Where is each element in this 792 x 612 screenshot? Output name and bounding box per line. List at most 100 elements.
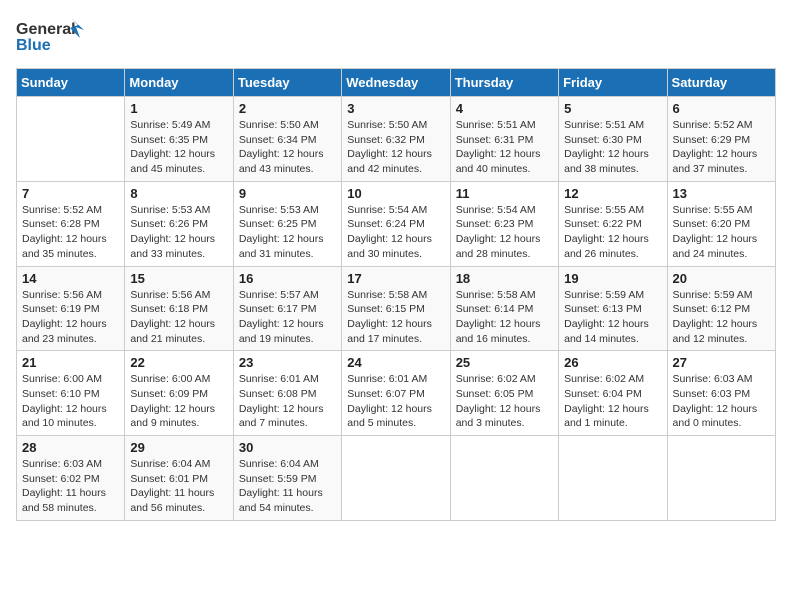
page-header: GeneralBlue	[16, 16, 776, 56]
col-header-wednesday: Wednesday	[342, 69, 450, 97]
day-info: Sunrise: 5:51 AMSunset: 6:30 PMDaylight:…	[564, 118, 661, 177]
calendar-cell: 17 Sunrise: 5:58 AMSunset: 6:15 PMDayligh…	[342, 266, 450, 351]
day-info: Sunrise: 6:03 AMSunset: 6:03 PMDaylight:…	[673, 372, 770, 431]
day-number: 1	[130, 101, 227, 116]
day-number: 3	[347, 101, 444, 116]
calendar-cell: 22 Sunrise: 6:00 AMSunset: 6:09 PMDayligh…	[125, 351, 233, 436]
day-info: Sunrise: 5:53 AMSunset: 6:26 PMDaylight:…	[130, 203, 227, 262]
day-number: 23	[239, 355, 336, 370]
day-info: Sunrise: 5:56 AMSunset: 6:18 PMDaylight:…	[130, 288, 227, 347]
calendar-cell: 2Sunrise: 5:50 AMSunset: 6:34 PMDaylight…	[233, 97, 341, 182]
day-info: Sunrise: 5:52 AMSunset: 6:29 PMDaylight:…	[673, 118, 770, 177]
day-info: Sunrise: 6:04 AMSunset: 6:01 PMDaylight:…	[130, 457, 227, 516]
day-number: 7	[22, 186, 119, 201]
calendar-cell: 24 Sunrise: 6:01 AMSunset: 6:07 PMDayligh…	[342, 351, 450, 436]
calendar-cell: 3 Sunrise: 5:50 AMSunset: 6:32 PMDaylight…	[342, 97, 450, 182]
day-number: 22	[130, 355, 227, 370]
svg-text:General: General	[16, 21, 76, 38]
day-info: Sunrise: 6:00 AMSunset: 6:09 PMDaylight:…	[130, 372, 227, 431]
day-number: 28	[22, 440, 119, 455]
day-info: Sunrise: 5:54 AMSunset: 6:23 PMDaylight:…	[456, 203, 553, 262]
calendar-cell: 18Sunrise: 5:58 AMSunset: 6:14 PMDayligh…	[450, 266, 558, 351]
day-info: Sunrise: 6:02 AMSunset: 6:05 PMDaylight:…	[456, 372, 553, 431]
day-number: 13	[673, 186, 770, 201]
svg-text:Blue: Blue	[16, 37, 51, 54]
col-header-sunday: Sunday	[17, 69, 125, 97]
day-info: Sunrise: 5:49 AMSunset: 6:35 PMDaylight:…	[130, 118, 227, 177]
day-number: 4	[456, 101, 553, 116]
day-info: Sunrise: 5:56 AMSunset: 6:19 PMDaylight:…	[22, 288, 119, 347]
calendar-cell: 30 Sunrise: 6:04 AMSunset: 5:59 PMDayligh…	[233, 436, 341, 521]
day-number: 29	[130, 440, 227, 455]
day-info: Sunrise: 6:02 AMSunset: 6:04 PMDaylight:…	[564, 372, 661, 431]
calendar-week-row: 28Sunrise: 6:03 AMSunset: 6:02 PMDayligh…	[17, 436, 776, 521]
calendar-cell: 1 Sunrise: 5:49 AMSunset: 6:35 PMDaylight…	[125, 97, 233, 182]
calendar-cell: 29 Sunrise: 6:04 AMSunset: 6:01 PMDayligh…	[125, 436, 233, 521]
day-info: Sunrise: 5:52 AMSunset: 6:28 PMDaylight:…	[22, 203, 119, 262]
day-info: Sunrise: 5:55 AMSunset: 6:20 PMDaylight:…	[673, 203, 770, 262]
calendar-cell: 23 Sunrise: 6:01 AMSunset: 6:08 PMDayligh…	[233, 351, 341, 436]
calendar-cell: 15 Sunrise: 5:56 AMSunset: 6:18 PMDayligh…	[125, 266, 233, 351]
logo: GeneralBlue	[16, 16, 86, 56]
col-header-thursday: Thursday	[450, 69, 558, 97]
day-number: 20	[673, 271, 770, 286]
day-number: 11	[456, 186, 553, 201]
day-info: Sunrise: 5:59 AMSunset: 6:12 PMDaylight:…	[673, 288, 770, 347]
day-info: Sunrise: 5:58 AMSunset: 6:14 PMDaylight:…	[456, 288, 553, 347]
day-number: 12	[564, 186, 661, 201]
day-number: 19	[564, 271, 661, 286]
col-header-monday: Monday	[125, 69, 233, 97]
day-number: 17	[347, 271, 444, 286]
day-number: 24	[347, 355, 444, 370]
calendar-cell	[559, 436, 667, 521]
calendar-cell: 27 Sunrise: 6:03 AMSunset: 6:03 PMDayligh…	[667, 351, 775, 436]
day-info: Sunrise: 5:59 AMSunset: 6:13 PMDaylight:…	[564, 288, 661, 347]
col-header-friday: Friday	[559, 69, 667, 97]
col-header-saturday: Saturday	[667, 69, 775, 97]
calendar-cell: 4 Sunrise: 5:51 AMSunset: 6:31 PMDaylight…	[450, 97, 558, 182]
day-number: 27	[673, 355, 770, 370]
calendar-cell: 12 Sunrise: 5:55 AMSunset: 6:22 PMDayligh…	[559, 181, 667, 266]
calendar-week-row: 14 Sunrise: 5:56 AMSunset: 6:19 PMDayligh…	[17, 266, 776, 351]
calendar-cell: 26Sunrise: 6:02 AMSunset: 6:04 PMDayligh…	[559, 351, 667, 436]
day-number: 14	[22, 271, 119, 286]
calendar-cell: 14 Sunrise: 5:56 AMSunset: 6:19 PMDayligh…	[17, 266, 125, 351]
day-info: Sunrise: 5:53 AMSunset: 6:25 PMDaylight:…	[239, 203, 336, 262]
day-number: 15	[130, 271, 227, 286]
calendar-cell: 11 Sunrise: 5:54 AMSunset: 6:23 PMDayligh…	[450, 181, 558, 266]
day-number: 30	[239, 440, 336, 455]
day-info: Sunrise: 5:51 AMSunset: 6:31 PMDaylight:…	[456, 118, 553, 177]
col-header-tuesday: Tuesday	[233, 69, 341, 97]
day-number: 10	[347, 186, 444, 201]
calendar-cell: 25Sunrise: 6:02 AMSunset: 6:05 PMDayligh…	[450, 351, 558, 436]
calendar-cell: 20 Sunrise: 5:59 AMSunset: 6:12 PMDayligh…	[667, 266, 775, 351]
calendar-cell: 28Sunrise: 6:03 AMSunset: 6:02 PMDayligh…	[17, 436, 125, 521]
calendar-cell: 10 Sunrise: 5:54 AMSunset: 6:24 PMDayligh…	[342, 181, 450, 266]
calendar-cell: 16Sunrise: 5:57 AMSunset: 6:17 PMDayligh…	[233, 266, 341, 351]
day-number: 5	[564, 101, 661, 116]
calendar-cell: 7 Sunrise: 5:52 AMSunset: 6:28 PMDaylight…	[17, 181, 125, 266]
logo-svg: GeneralBlue	[16, 16, 86, 56]
day-info: Sunrise: 5:55 AMSunset: 6:22 PMDaylight:…	[564, 203, 661, 262]
day-info: Sunrise: 6:01 AMSunset: 6:08 PMDaylight:…	[239, 372, 336, 431]
day-info: Sunrise: 5:58 AMSunset: 6:15 PMDaylight:…	[347, 288, 444, 347]
day-info: Sunrise: 5:54 AMSunset: 6:24 PMDaylight:…	[347, 203, 444, 262]
calendar-cell: 9Sunrise: 5:53 AMSunset: 6:25 PMDaylight…	[233, 181, 341, 266]
day-number: 6	[673, 101, 770, 116]
calendar-cell: 8 Sunrise: 5:53 AMSunset: 6:26 PMDaylight…	[125, 181, 233, 266]
calendar-cell	[667, 436, 775, 521]
calendar-week-row: 21 Sunrise: 6:00 AMSunset: 6:10 PMDayligh…	[17, 351, 776, 436]
day-info: Sunrise: 6:01 AMSunset: 6:07 PMDaylight:…	[347, 372, 444, 431]
calendar-cell	[342, 436, 450, 521]
day-info: Sunrise: 5:50 AMSunset: 6:32 PMDaylight:…	[347, 118, 444, 177]
calendar-cell: 13 Sunrise: 5:55 AMSunset: 6:20 PMDayligh…	[667, 181, 775, 266]
day-info: Sunrise: 6:04 AMSunset: 5:59 PMDaylight:…	[239, 457, 336, 516]
calendar-cell: 5 Sunrise: 5:51 AMSunset: 6:30 PMDaylight…	[559, 97, 667, 182]
day-number: 21	[22, 355, 119, 370]
day-number: 8	[130, 186, 227, 201]
day-info: Sunrise: 6:00 AMSunset: 6:10 PMDaylight:…	[22, 372, 119, 431]
calendar-header-row: SundayMondayTuesdayWednesdayThursdayFrid…	[17, 69, 776, 97]
calendar-week-row: 7 Sunrise: 5:52 AMSunset: 6:28 PMDaylight…	[17, 181, 776, 266]
calendar-cell	[450, 436, 558, 521]
calendar-cell: 21 Sunrise: 6:00 AMSunset: 6:10 PMDayligh…	[17, 351, 125, 436]
